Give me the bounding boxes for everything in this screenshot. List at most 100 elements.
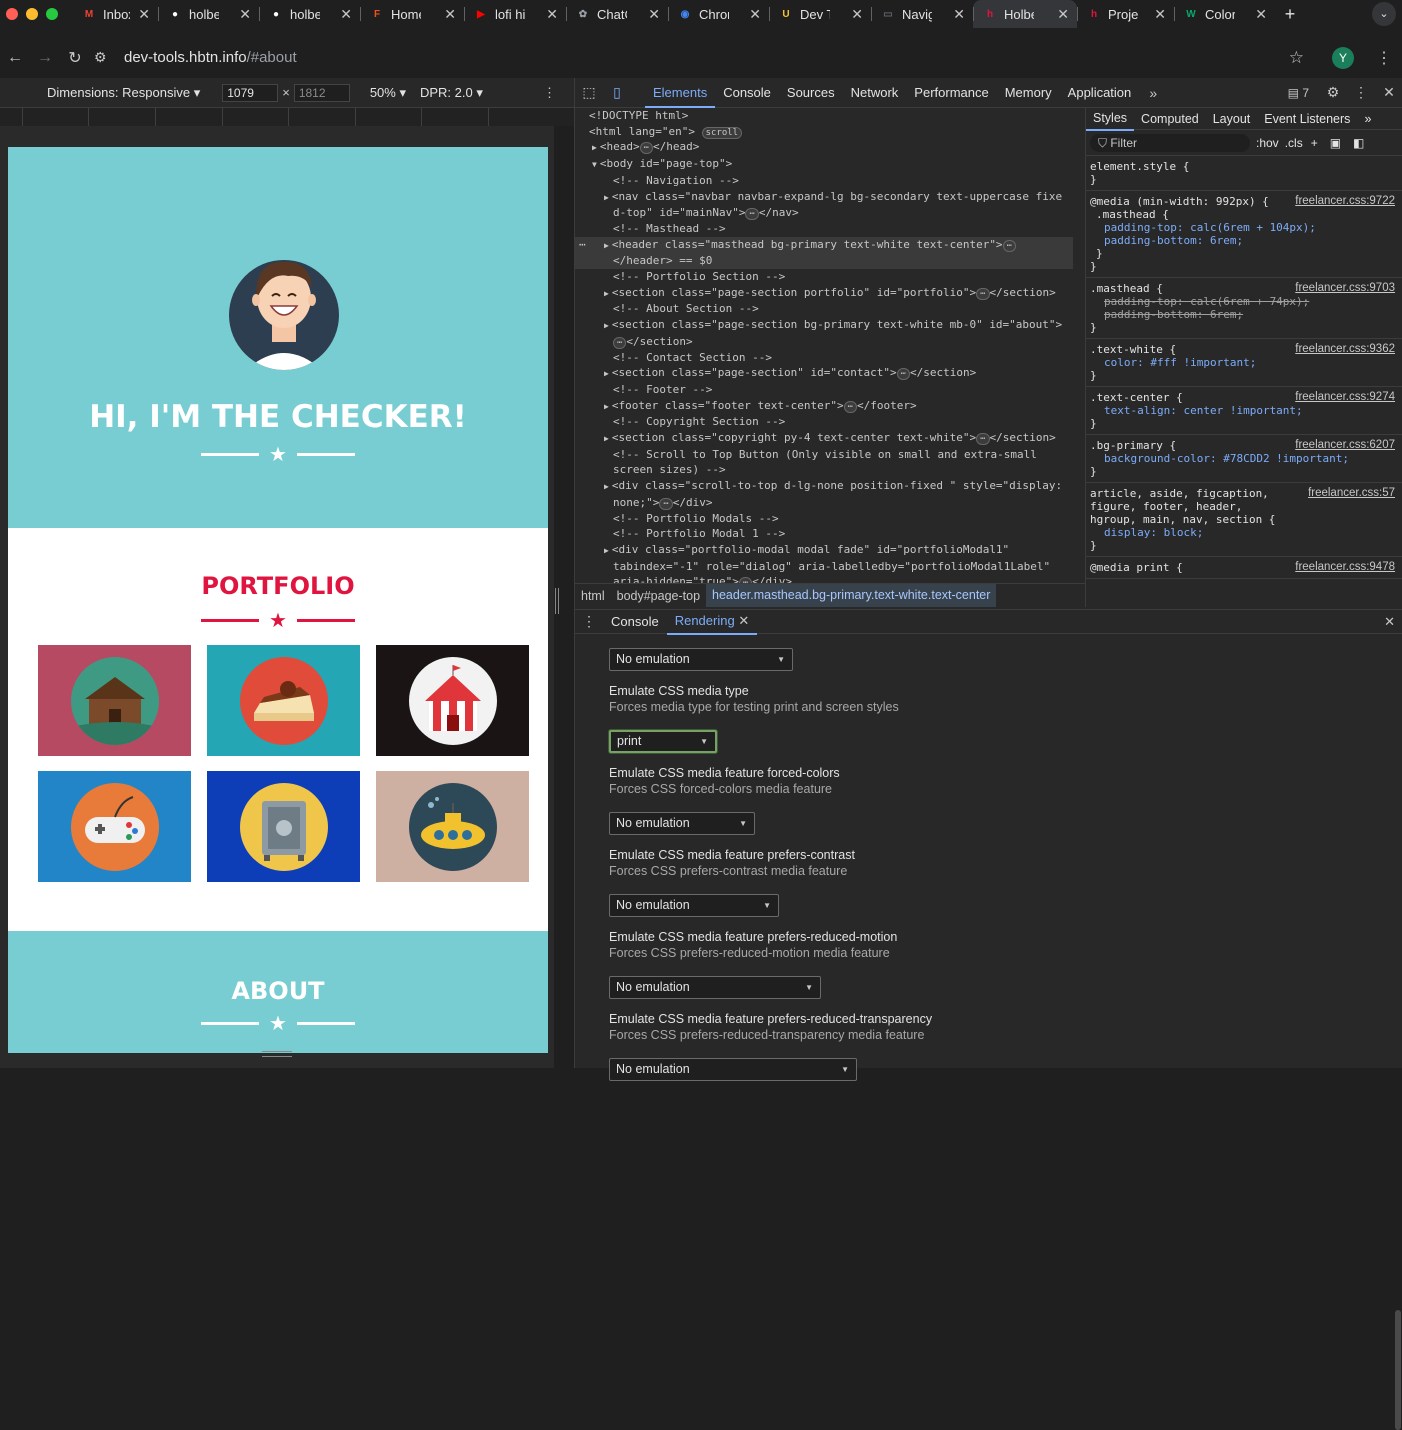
elements-tree[interactable]: <!DOCTYPE html> <html lang="en"> scroll ▶ <… [575,108,1073,590]
styles-filter-input[interactable]: ⛉ Filter [1090,133,1250,152]
expand-toggle-icon[interactable]: ▶ [604,321,609,330]
rule-source-link[interactable]: freelancer.css:9722 [1295,195,1395,208]
browser-tab[interactable]: ▶ lofi hi ✕ [464,0,566,28]
new-rule-icon[interactable]: + [1311,136,1318,150]
collapsed-ellipsis[interactable]: ⋯ [659,497,673,510]
back-icon[interactable]: ← [0,49,30,67]
expand-toggle-icon[interactable]: ▶ [604,289,609,298]
dom-node-line[interactable]: ⋯ </section> [575,334,1073,350]
collapsed-ellipsis[interactable]: ⋯ [639,142,653,155]
dom-node-line[interactable]: ▶ <nav class="navbar navbar-expand-lg bg-… [575,189,1073,206]
dom-node-line[interactable]: screen sizes) --> [575,462,1073,478]
close-tab-icon[interactable]: ✕ [436,6,456,23]
viewport-height-input[interactable]: 1812 [293,83,350,102]
dom-node-line[interactable]: <!-- Masthead --> [575,221,1073,237]
reload-icon[interactable]: ↻ [60,48,90,68]
tab-console[interactable]: Console [603,610,667,634]
dom-node-line[interactable]: </header> == $0 [575,253,1073,270]
portfolio-item-cake[interactable] [207,645,360,756]
dimensions-dropdown[interactable]: Dimensions: Responsive ▾ [47,85,200,101]
dom-node-line[interactable]: <!-- Navigation --> [575,173,1073,189]
device-toolbar-menu-icon[interactable]: ⋮ [543,85,556,101]
dom-node-line[interactable]: ▶ <section class="page-section bg-primary… [575,317,1073,334]
style-rule[interactable]: freelancer.css:9274 .text-center {text-al… [1086,387,1402,435]
media-query-ruler[interactable] [0,108,574,126]
inspect-element-icon[interactable]: ⬚ [575,84,603,101]
close-tab-icon[interactable]: ✕ [738,613,749,628]
close-tab-icon[interactable]: ✕ [640,6,660,23]
settings-gear-icon[interactable]: ⚙ [1319,84,1347,101]
sidebar-toggle-icon[interactable]: ◧ [1353,136,1364,150]
close-devtools-icon[interactable]: ✕ [1375,84,1402,101]
tab-search-icon[interactable]: ⌄ [1372,2,1396,26]
dpr-dropdown[interactable]: DPR: 2.0 ▾ [420,85,483,101]
paint-icon[interactable]: ▣ [1330,136,1341,150]
rule-source-link[interactable]: freelancer.css:9362 [1295,343,1395,356]
dom-node-line[interactable]: <!-- Portfolio Modal 1 --> [575,526,1073,542]
rendering-select[interactable]: No emulation ▼ [609,976,821,999]
portfolio-item-submarine[interactable] [376,771,529,882]
new-tab-button[interactable]: + [1275,4,1305,25]
portfolio-item-cabin[interactable] [38,645,191,756]
tab-network[interactable]: Network [843,78,907,108]
rendering-select[interactable]: No emulation ▼ [609,648,793,671]
expand-toggle-icon[interactable]: ▶ [604,482,609,491]
style-rule[interactable]: freelancer.css:9722 @media (min-width: 99… [1086,191,1402,278]
rule-source-link[interactable]: freelancer.css:9274 [1295,391,1395,404]
browser-tab[interactable]: ✿ ChatC ✕ [566,0,668,28]
dom-node-line[interactable]: ▶ <div class="portfolio-modal modal fade"… [575,542,1073,559]
browser-tab[interactable]: h Holbe ✕ [973,0,1077,28]
forward-icon[interactable]: → [30,49,60,67]
close-tab-icon[interactable]: ✕ [130,6,150,23]
expand-toggle-icon[interactable]: ▶ [604,546,609,555]
tab-application[interactable]: Application [1060,78,1140,108]
collapsed-ellipsis[interactable]: ⋯ [843,400,858,413]
breadcrumb-item[interactable]: html [575,589,611,603]
tab-rendering[interactable]: Rendering ✕ [666,609,758,635]
browser-tab[interactable]: M Inbox✕ [72,0,158,28]
tab-event-listeners[interactable]: Event Listeners [1257,108,1357,130]
tab-memory[interactable]: Memory [997,78,1060,108]
expand-toggle-icon[interactable]: ▶ [604,193,609,202]
style-rule[interactable]: freelancer.css:57 article, aside, figcapt… [1086,483,1402,557]
dom-node-line[interactable]: <!-- Scroll to Top Button (Only visible … [575,447,1073,463]
close-tab-icon[interactable]: ✕ [231,6,251,23]
devtools-menu-icon[interactable]: ⋮ [1347,84,1375,101]
dom-node-line[interactable]: <!-- Copyright Section --> [575,414,1073,430]
style-rule[interactable]: freelancer.css:6207 .bg-primary {backgrou… [1086,435,1402,483]
drawer-menu-icon[interactable]: ⋮ [575,613,603,630]
browser-tab[interactable]: ● holbe ✕ [158,0,259,28]
drawer-scrollbar[interactable] [1395,1310,1401,1430]
dom-node-line[interactable]: ▶ <head> ⋯ </head> [575,139,1073,156]
collapsed-ellipsis[interactable]: ⋯ [896,368,911,381]
site-info-icon[interactable]: ⚙ [94,49,112,66]
close-tab-icon[interactable]: ✕ [1146,6,1166,23]
collapsed-ellipsis[interactable]: ⋯ [976,433,990,446]
tab-layout[interactable]: Layout [1206,108,1258,130]
browser-tab[interactable]: W Color ✕ [1174,0,1275,28]
collapsed-ellipsis[interactable]: ⋯ [745,208,759,221]
dom-node-line[interactable]: ▶ <footer class="footer text-center"> ⋯ </f… [575,398,1073,415]
rendering-select[interactable]: print ▼ [609,730,717,753]
more-subtabs-icon[interactable]: » [1357,108,1378,130]
profile-avatar[interactable]: Y [1332,46,1354,69]
tab-performance[interactable]: Performance [906,78,996,108]
browser-tab[interactable]: ▭ Navig ✕ [871,0,973,28]
scroll-badge[interactable]: scroll [701,126,743,139]
style-rule[interactable]: element.style {} [1086,156,1402,191]
browser-tab[interactable]: U Dev T ✕ [769,0,871,28]
expand-toggle-icon[interactable]: ▶ [604,369,609,378]
close-tab-icon[interactable]: ✕ [1049,6,1069,23]
node-actions-icon[interactable]: ⋯ [579,237,586,253]
dom-node-line[interactable]: ⋯ ▶ <header class="masthead bg-primary tex… [575,236,1073,254]
more-tabs-icon[interactable]: » [1139,85,1167,101]
collapsed-ellipsis[interactable]: ⋯ [613,336,627,349]
dom-node-line[interactable]: ▶ <section class="page-section" id="conta… [575,365,1073,382]
expand-toggle-icon[interactable]: ▶ [604,402,609,411]
viewport-bottom-resize-handle[interactable] [262,1051,292,1057]
viewport-resize-handle[interactable] [555,588,559,614]
dom-node-line[interactable]: <!-- Footer --> [575,382,1073,398]
close-tab-icon[interactable]: ✕ [843,6,863,23]
rendering-select[interactable]: No emulation ▼ [609,812,755,835]
breadcrumb-item[interactable]: body#page-top [611,589,706,603]
